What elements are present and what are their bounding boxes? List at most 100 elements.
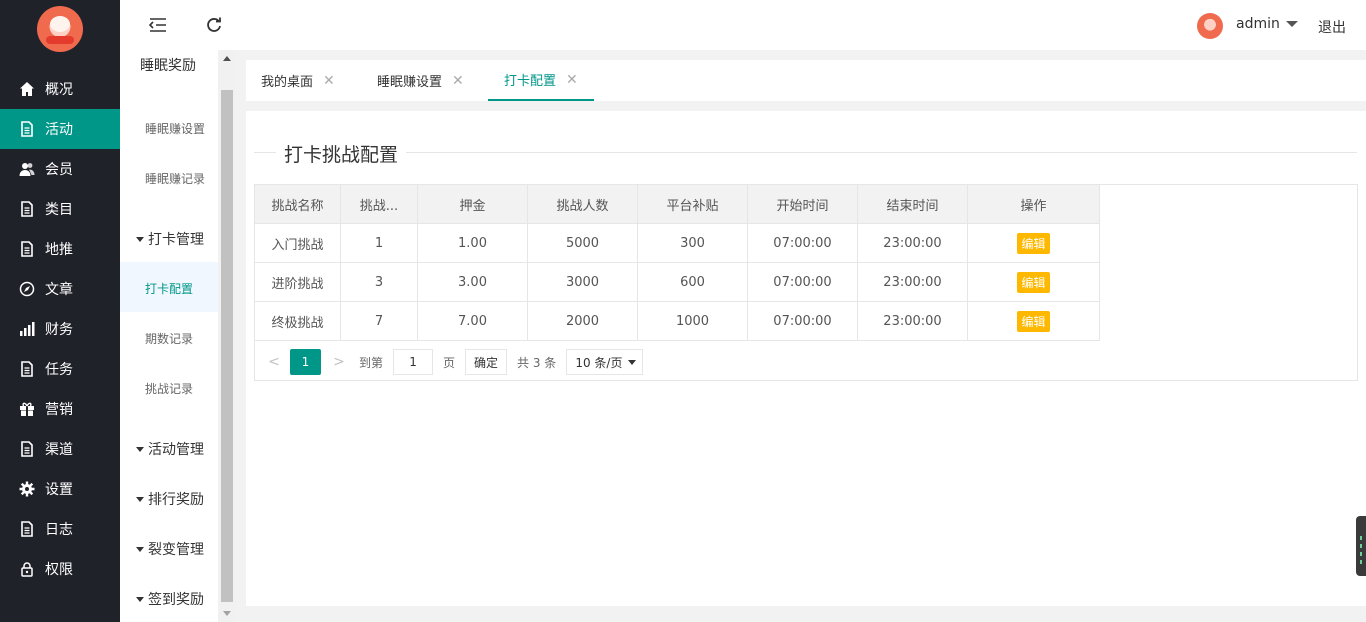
table-cell: 终极挑战 [254,301,341,341]
file-icon [0,521,45,537]
subnav-link-sleep-records[interactable]: 睡眠赚记录 [145,170,205,187]
goto-label: 到第 [359,355,384,370]
nav-item-label: 设置 [45,482,73,498]
scroll-up-icon[interactable] [223,56,231,61]
table-cell: 600 [637,262,748,302]
column-header: 挑战名称 [254,184,341,224]
table-cell: 7 [340,301,418,341]
close-icon[interactable]: ✕ [566,72,578,88]
confirm-button[interactable]: 确定 [465,349,508,375]
file-icon [0,361,45,377]
edit-button[interactable]: 编辑 [1017,271,1050,293]
subnav-scrollbar[interactable] [218,50,236,622]
avatar[interactable] [1197,13,1223,39]
subnav-group-activity[interactable]: 活动管理 [136,439,204,459]
nav-item[interactable]: 渠道 [0,429,120,469]
page-unit-label: 页 [443,355,456,370]
table-cell: 1.00 [417,223,528,263]
table-cell: 300 [637,223,748,263]
home-icon [0,81,45,97]
subnav-group-label: 活动管理 [148,442,204,458]
nav-item[interactable]: 任务 [0,349,120,389]
gift-icon [0,401,45,417]
nav-item[interactable]: 权限 [0,549,120,589]
table-cell: 入门挑战 [254,223,341,263]
subnav-link-period-records[interactable]: 期数记录 [145,330,193,347]
table-cell: 7.00 [417,301,528,341]
column-header: 挑战人数 [527,184,638,224]
nav-item-label: 概况 [45,82,73,98]
logo [37,6,83,52]
actions-cell: 编辑 [967,301,1100,341]
nav-item[interactable]: 营销 [0,389,120,429]
goto-page-input[interactable] [393,349,434,375]
table-cell: 5000 [527,223,638,263]
side-widget[interactable] [1356,516,1366,576]
subnav-group-fission[interactable]: 裂变管理 [136,539,204,559]
caret-down-icon [136,496,144,502]
nav-item-label: 营销 [45,402,73,418]
username: admin [1236,16,1280,32]
prev-page-icon[interactable]: < [266,354,282,370]
column-header: 挑战... [340,184,418,224]
table-cell: 23:00:00 [857,223,968,263]
nav-item[interactable]: 概况 [0,69,120,109]
tab-sleep-settings[interactable]: 睡眠赚设置 ✕ [377,60,464,101]
nav-item[interactable]: 类目 [0,189,120,229]
logout-link[interactable]: 退出 [1318,17,1346,37]
current-page[interactable]: 1 [290,349,321,375]
tab-checkin-config[interactable]: 打卡配置 ✕ [488,60,594,101]
close-icon[interactable]: ✕ [452,73,464,89]
tab-desktop[interactable]: 我的桌面 ✕ [261,60,335,101]
bar-chart-icon [0,321,45,337]
close-icon[interactable]: ✕ [323,73,335,89]
subnav-group-ranking[interactable]: 排行奖励 [136,489,204,509]
table-row: 入门挑战 1 1.00 5000 300 07:00:00 23:00:00 编辑 [254,223,1100,263]
subnav-link-sleep-settings[interactable]: 睡眠赚设置 [145,120,205,137]
nav-item[interactable]: 会员 [0,149,120,189]
user-menu[interactable]: admin [1236,16,1298,32]
nav-item-label: 活动 [45,122,73,138]
nav-item-label: 渠道 [45,442,73,458]
table-cell: 1000 [637,301,748,341]
tabs-bar: 我的桌面 ✕ 睡眠赚设置 ✕ 打卡配置 ✕ [246,60,1366,101]
column-header: 押金 [417,184,528,224]
file-icon [0,241,45,257]
table-cell: 07:00:00 [747,223,858,263]
subnav-link-challenge-records[interactable]: 挑战记录 [145,380,193,397]
table-cell: 3000 [527,262,638,302]
scroll-down-icon[interactable] [223,611,231,616]
actions-cell: 编辑 [967,262,1100,302]
pagination: < 1 > 到第 页 确定 共 3 条 10 条/页 [266,349,644,375]
table-cell: 3.00 [417,262,528,302]
nav-item[interactable]: 文章 [0,269,120,309]
file-icon [0,441,45,457]
next-page-icon[interactable]: > [331,354,347,370]
table-cell: 进阶挑战 [254,262,341,302]
table-cell: 23:00:00 [857,262,968,302]
subnav-group-checkin[interactable]: 打卡管理 [136,229,204,249]
top-header: admin 退出 [120,0,1366,50]
subnav-group-signin[interactable]: 签到奖励 [136,589,204,609]
caret-down-icon [136,236,144,242]
nav-item[interactable]: 财务 [0,309,120,349]
nav-item-label: 会员 [45,162,73,178]
nav-item[interactable]: 日志 [0,509,120,549]
subnav-link-checkin-config[interactable]: 打卡配置 [145,280,193,297]
tab-label: 我的桌面 [261,75,314,90]
edit-button[interactable]: 编辑 [1017,310,1050,332]
scroll-thumb[interactable] [221,90,233,602]
table-row: 进阶挑战 3 3.00 3000 600 07:00:00 23:00:00 编辑 [254,262,1100,302]
per-page-select[interactable]: 10 条/页 [566,349,644,375]
refresh-icon[interactable] [204,15,224,35]
nav-item-label: 权限 [45,562,73,578]
nav-item[interactable]: 设置 [0,469,120,509]
nav-item[interactable]: 地推 [0,229,120,269]
table-cell: 2000 [527,301,638,341]
table-cell: 23:00:00 [857,301,968,341]
nav-item[interactable]: 活动 [0,109,120,149]
menu-collapse-icon[interactable] [148,15,168,35]
tab-label: 打卡配置 [504,74,557,89]
edit-button[interactable]: 编辑 [1017,232,1050,254]
lock-icon [0,561,45,577]
